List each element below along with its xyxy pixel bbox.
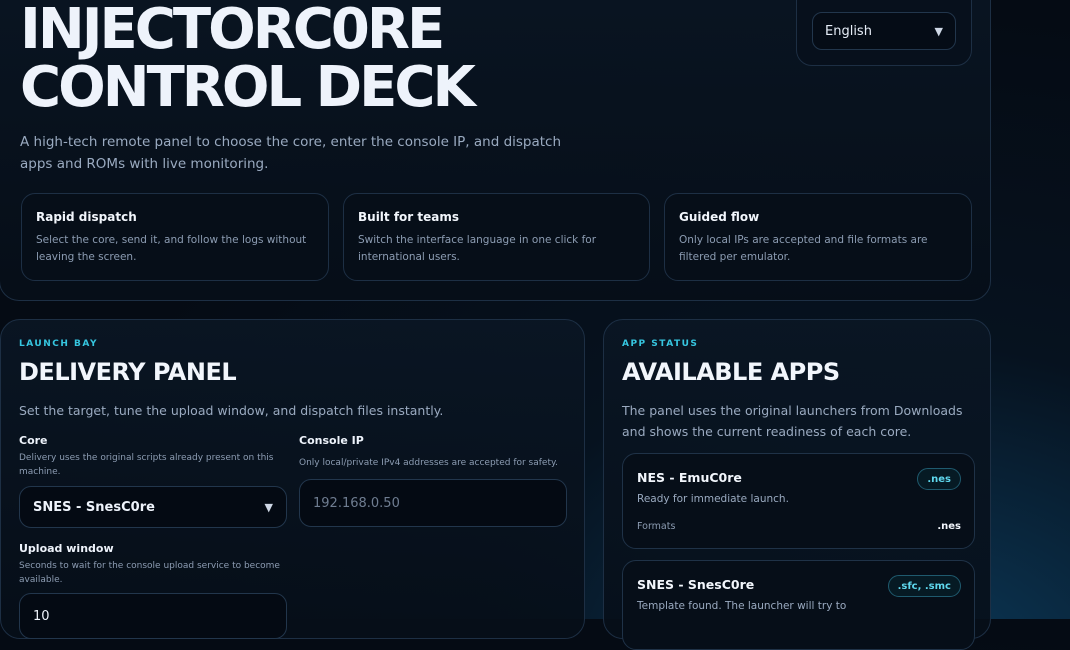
title-line-1: INJECTORC0RE xyxy=(20,0,445,62)
core-select[interactable]: SNES - SnesC0re ▼ xyxy=(19,486,287,528)
page-title: INJECTORC0RE CONTROL DECK xyxy=(20,0,476,120)
chevron-down-icon: ▼ xyxy=(264,500,273,514)
apps-panel: APP STATUS AVAILABLE APPS The panel uses… xyxy=(603,319,991,650)
app-formats-label: Formats xyxy=(637,521,676,532)
app-status: Ready for immediate launch. xyxy=(637,493,789,505)
section-title: DELIVERY PANEL xyxy=(19,358,237,386)
console-ip-input[interactable]: 192.168.0.50 xyxy=(299,479,567,527)
feature-title: Built for teams xyxy=(358,210,460,224)
section-subtitle: Set the target, tune the upload window, … xyxy=(19,403,444,418)
upload-window-input[interactable]: 10 xyxy=(19,593,287,639)
feature-card-rapid-dispatch: Rapid dispatch Select the core, send it,… xyxy=(21,193,329,281)
hero-panel: INJECTORC0RE CONTROL DECK A high-tech re… xyxy=(0,0,991,301)
app-name: SNES - SnesC0re xyxy=(637,577,755,592)
feature-title: Rapid dispatch xyxy=(36,210,137,224)
language-box: English ▼ xyxy=(796,0,972,66)
app-card-nes[interactable]: NES - EmuC0re .nes Ready for immediate l… xyxy=(622,453,975,549)
app-card-snes[interactable]: SNES - SnesC0re .sfc, .smc Template foun… xyxy=(622,560,975,650)
language-value: English xyxy=(825,23,872,39)
app-format-badge: .sfc, .smc xyxy=(887,575,961,597)
upload-help: Seconds to wait for the console upload s… xyxy=(19,561,280,585)
core-value: SNES - SnesC0re xyxy=(33,499,155,515)
section-subtitle: The panel uses the original launchers fr… xyxy=(622,403,963,439)
upload-value: 10 xyxy=(33,608,50,624)
app-formats-value: .nes xyxy=(937,521,961,532)
hero-subtitle: A high-tech remote panel to choose the c… xyxy=(20,134,562,172)
feature-card-built-for-teams: Built for teams Switch the interface lan… xyxy=(343,193,650,281)
section-eyebrow: LAUNCH BAY xyxy=(19,339,99,349)
ip-placeholder: 192.168.0.50 xyxy=(313,495,400,511)
feature-desc: Select the core, send it, and follow the… xyxy=(36,234,307,263)
feature-desc: Only local IPs are accepted and file for… xyxy=(679,234,928,263)
language-select[interactable]: English ▼ xyxy=(812,12,956,50)
feature-title: Guided flow xyxy=(679,210,760,224)
title-line-2: CONTROL DECK xyxy=(20,55,476,120)
section-title: AVAILABLE APPS xyxy=(622,358,840,386)
core-label: Core xyxy=(19,434,48,447)
feature-card-guided-flow: Guided flow Only local IPs are accepted … xyxy=(664,193,972,281)
ip-label: Console IP xyxy=(299,434,364,447)
section-eyebrow: APP STATUS xyxy=(622,339,699,349)
delivery-panel: LAUNCH BAY DELIVERY PANEL Set the target… xyxy=(0,319,585,639)
chevron-down-icon: ▼ xyxy=(934,24,943,38)
feature-desc: Switch the interface language in one cli… xyxy=(358,234,597,263)
app-status: Template found. The launcher will try to xyxy=(637,600,847,612)
app-format-badge: .nes xyxy=(917,468,961,490)
app-name: NES - EmuC0re xyxy=(637,470,742,485)
core-help: Delivery uses the original scripts alrea… xyxy=(19,453,274,477)
upload-label: Upload window xyxy=(19,542,114,555)
ip-help: Only local/private IPv4 addresses are ac… xyxy=(299,458,558,468)
